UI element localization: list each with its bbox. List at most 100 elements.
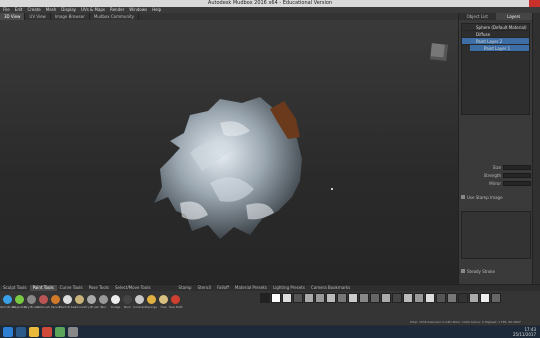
brush-icon (99, 295, 108, 304)
layer-list: Sphere (Default Material) Diffuse Paint … (461, 23, 530, 115)
brush-icon (75, 295, 84, 304)
viewcube[interactable] (430, 43, 448, 61)
right-panel: Object List Layers Sphere (Default Mater… (458, 13, 532, 325)
tab-pose-tools[interactable]: Pose Tools (86, 285, 112, 291)
paint-tool-3[interactable]: Airbrush (37, 293, 50, 311)
tab-lighting-presets[interactable]: Lighting Presets (270, 285, 308, 291)
tab-falloff[interactable]: Falloff (214, 285, 232, 291)
paint-tool-12[interactable]: Sponge (146, 293, 157, 311)
brush-icon (171, 295, 180, 304)
clock-date: 25/11/2017 (512, 332, 536, 337)
side-tab-strip[interactable] (532, 13, 540, 325)
close-button[interactable] (529, 0, 540, 7)
stamp-thumbnail[interactable] (381, 293, 391, 303)
stamp-thumbnail[interactable] (359, 293, 369, 303)
ie-icon[interactable] (16, 327, 26, 337)
layer-material[interactable]: Sphere (Default Material) (462, 24, 529, 31)
stamp-thumbnail[interactable] (491, 293, 501, 303)
brush-icon (87, 295, 96, 304)
tab-3d-view[interactable]: 3D View (0, 13, 26, 20)
mirror-select[interactable] (503, 180, 531, 186)
layer-channel[interactable]: Diffuse (462, 31, 529, 38)
size-field[interactable] (503, 164, 531, 170)
strength-label: Strength (483, 172, 501, 178)
tab-image-browser[interactable]: Image Browser (51, 13, 90, 20)
paint-tool-5[interactable]: Paint Erase (59, 293, 76, 311)
paint-tool-9[interactable]: Dodge (110, 293, 121, 311)
stamp-thumbnail[interactable] (326, 293, 336, 303)
stamp-thumbnail[interactable] (271, 293, 281, 303)
tab-material-presets[interactable]: Material Presets (232, 285, 270, 291)
stamp-thumbnail[interactable] (425, 293, 435, 303)
maximize-button[interactable] (518, 0, 529, 7)
tab-curve-tools[interactable]: Curve Tools (57, 285, 86, 291)
brush-icon (147, 295, 156, 304)
tool-label: Sponge (145, 305, 158, 309)
sculpted-sphere-model (154, 97, 302, 239)
tab-stencil[interactable]: Stencil (195, 285, 215, 291)
brush-cursor (331, 188, 333, 190)
stamp-thumbnail[interactable] (260, 293, 270, 303)
stamp-thumbnail[interactable] (458, 293, 468, 303)
stamp-thumbnail[interactable] (480, 293, 490, 303)
stamp-checkbox[interactable] (461, 195, 465, 199)
clock: 17:43 25/11/2017 (513, 327, 536, 337)
stamp-thumbnail[interactable] (315, 293, 325, 303)
mudbox-icon[interactable] (68, 327, 78, 337)
chrome-icon[interactable] (42, 327, 52, 337)
stamp-thumbnail[interactable] (348, 293, 358, 303)
tab-uv-view[interactable]: UV View (25, 13, 51, 20)
stamp-preview[interactable] (461, 211, 531, 259)
tab-select-move-tools[interactable]: Select/Move Tools (112, 285, 154, 291)
stamp-tray (260, 293, 501, 303)
paint-tool-tray: Paint Brush Projection Dry Brush Airbrush Pe… (0, 293, 183, 311)
paint-layer-2[interactable]: Paint Layer 2 (462, 38, 529, 45)
stamp-thumbnail[interactable] (282, 293, 292, 303)
paint-layer-1[interactable]: Paint Layer 1 (470, 45, 529, 52)
tab-object-list[interactable]: Object List (459, 13, 496, 20)
tab-camera-bookmarks[interactable]: Camera Bookmarks (308, 285, 353, 291)
paint-tool-14[interactable]: Hue Shift (168, 293, 183, 311)
steady-stroke-checkbox[interactable] (461, 269, 465, 273)
app-icon[interactable] (55, 327, 65, 337)
paint-tool-2[interactable]: Dry Brush (24, 293, 39, 311)
start-button[interactable] (3, 327, 13, 337)
stamp-thumbnail[interactable] (436, 293, 446, 303)
explorer-icon[interactable] (29, 327, 39, 337)
minimize-button[interactable] (507, 0, 518, 7)
stamp-thumbnail[interactable] (469, 293, 479, 303)
tab-mudbox-community[interactable]: Mudbox Community (90, 13, 140, 20)
paint-tool-10[interactable]: Burn (122, 293, 133, 311)
tab-sculpt-tools[interactable]: Sculpt Tools (0, 285, 30, 291)
stamp-thumbnail[interactable] (304, 293, 314, 303)
status-text: Total: 1536 Selected: 0 GPU Mem: 1200 Ac… (410, 320, 521, 324)
tool-label: Hue Shift (168, 305, 183, 309)
stamp-thumbnail[interactable] (447, 293, 457, 303)
stamp-thumbnail[interactable] (403, 293, 413, 303)
tool-label: Dry Brush (84, 305, 99, 309)
paint-tool-13[interactable]: Hue (158, 293, 169, 311)
brush-icon (15, 295, 24, 304)
paint-tool-11[interactable]: Contrast (133, 293, 146, 311)
tool-label: Burn (123, 305, 132, 309)
tab-stamp[interactable]: Stamp (176, 285, 195, 291)
brush-icon (3, 295, 12, 304)
stamp-label: Use Stamp Image (467, 194, 503, 200)
tab-layers[interactable]: Layers (495, 13, 532, 20)
strength-field[interactable] (503, 172, 531, 178)
stamp-thumbnail[interactable] (370, 293, 380, 303)
3d-viewport[interactable] (0, 20, 458, 284)
stamp-thumbnail[interactable] (337, 293, 347, 303)
brush-icon (111, 295, 120, 304)
brush-icon (123, 295, 132, 304)
stamp-thumbnail[interactable] (414, 293, 424, 303)
stamp-thumbnail[interactable] (392, 293, 402, 303)
paint-tool-7[interactable]: Dry Brush (84, 293, 99, 311)
paint-tool-8[interactable]: Blur (98, 293, 109, 311)
tab-paint-tools[interactable]: Paint Tools (29, 285, 57, 291)
tool-label: Clone (75, 305, 84, 309)
stamp-thumbnail[interactable] (293, 293, 303, 303)
brush-icon (39, 295, 48, 304)
size-label: Size (492, 164, 501, 170)
windows-taskbar: 17:43 25/11/2017 (0, 326, 540, 338)
